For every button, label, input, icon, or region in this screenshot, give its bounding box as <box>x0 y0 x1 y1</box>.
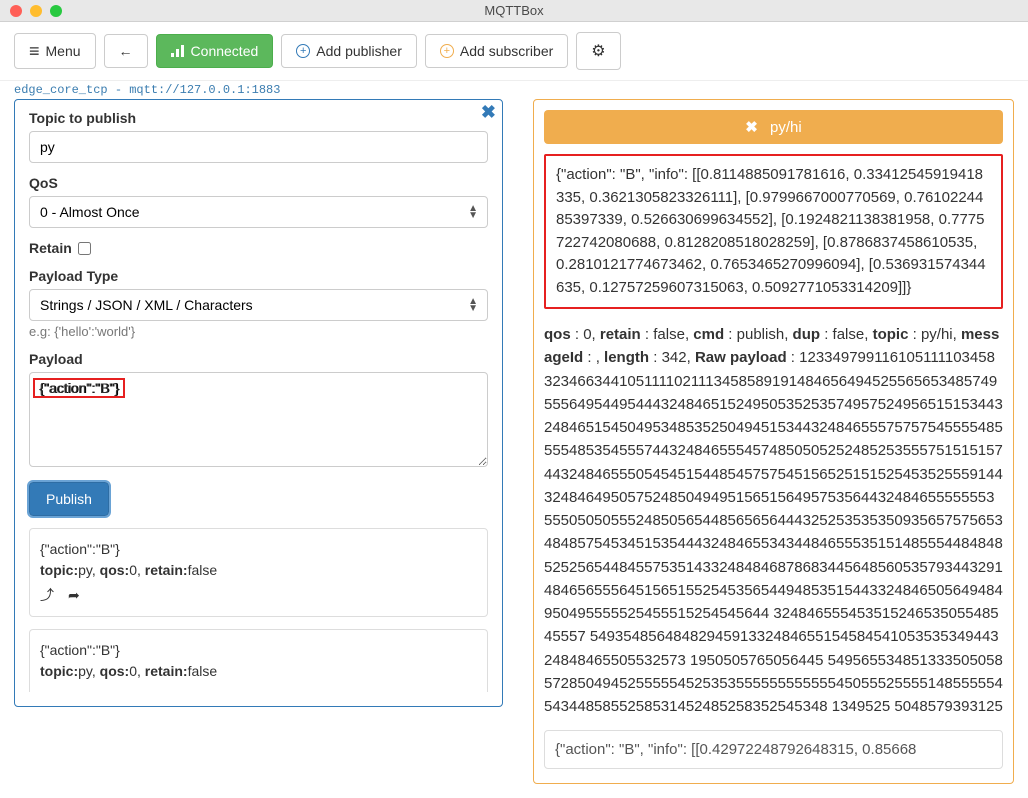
payload-label: Payload <box>29 351 488 367</box>
menu-icon <box>29 42 40 60</box>
history-item: {"action":"B"} topic:py, qos:0, retain:f… <box>29 629 488 692</box>
connected-label: Connected <box>191 43 259 59</box>
window-titlebar: MQTTBox <box>0 0 1028 22</box>
subscriber-panel: ✖ py/hi {"action": "B", "info": [[0.8114… <box>533 99 1014 784</box>
signal-icon <box>171 45 185 57</box>
share-icon[interactable]: ➦ <box>68 585 80 606</box>
subscriber-header[interactable]: ✖ py/hi <box>544 110 1003 144</box>
payload-type-label: Payload Type <box>29 268 488 284</box>
next-message-preview: {"action": "B", "info": [[0.429722487926… <box>544 730 1003 769</box>
topic-input[interactable] <box>29 131 488 163</box>
close-icon[interactable]: ✖ <box>745 119 758 136</box>
window-title: MQTTBox <box>484 3 543 18</box>
add-publisher-button[interactable]: + Add publisher <box>281 34 417 68</box>
toolbar: Menu ← Connected + Add publisher + Add s… <box>0 22 1028 81</box>
menu-button[interactable]: Menu <box>14 33 96 69</box>
gear-icon: ⚙ <box>591 41 605 61</box>
payload-type-select[interactable]: Strings / JSON / XML / Characters <box>29 289 488 321</box>
publish-button[interactable]: Publish <box>29 482 109 516</box>
window-close-button[interactable] <box>10 5 22 17</box>
raw-payload: 1233497991161051111034583234663441051111… <box>544 349 1003 715</box>
main-content: ✖ Topic to publish QoS 0 - Almost Once ▲… <box>0 99 1028 798</box>
message-payload: {"action": "B", "info": [[0.811488509178… <box>544 154 1003 309</box>
history-payload: {"action":"B"} <box>40 640 477 661</box>
qos-label: QoS <box>29 175 488 191</box>
arrow-left-icon: ← <box>119 43 133 59</box>
history-meta: topic:py, qos:0, retain:false <box>40 661 477 682</box>
payload-type-hint: e.g: {'hello':'world'} <box>29 324 488 339</box>
subscriber-topic: py/hi <box>770 119 802 136</box>
plus-circle-icon: + <box>440 44 454 58</box>
window-maximize-button[interactable] <box>50 5 62 17</box>
menu-label: Menu <box>46 43 81 59</box>
history-item: {"action":"B"} topic:py, qos:0, retain:f… <box>29 528 488 617</box>
settings-button[interactable]: ⚙ <box>576 32 620 70</box>
publisher-panel: ✖ Topic to publish QoS 0 - Almost Once ▲… <box>14 99 503 707</box>
topic-label: Topic to publish <box>29 110 488 126</box>
add-subscriber-label: Add subscriber <box>460 43 553 59</box>
add-publisher-label: Add publisher <box>316 43 402 59</box>
message-meta: qos : 0, retain : false, cmd : publish, … <box>544 323 1003 718</box>
connection-string: edge_core_tcp - mqtt://127.0.0.1:1883 <box>0 81 1028 99</box>
close-icon[interactable]: ✖ <box>481 102 496 123</box>
retain-checkbox[interactable] <box>78 242 91 255</box>
qos-select[interactable]: 0 - Almost Once <box>29 196 488 228</box>
connected-button[interactable]: Connected <box>156 34 274 68</box>
plus-circle-icon: + <box>296 44 310 58</box>
history-meta: topic:py, qos:0, retain:false <box>40 560 477 581</box>
add-subscriber-button[interactable]: + Add subscriber <box>425 34 568 68</box>
retain-label: Retain <box>29 240 72 256</box>
traffic-lights <box>0 5 62 17</box>
payload-highlight: {"action":"B"} <box>33 378 125 398</box>
window-minimize-button[interactable] <box>30 5 42 17</box>
history-payload: {"action":"B"} <box>40 539 477 560</box>
republish-icon[interactable]: ⤴ <box>40 585 54 606</box>
back-button[interactable]: ← <box>104 34 148 68</box>
